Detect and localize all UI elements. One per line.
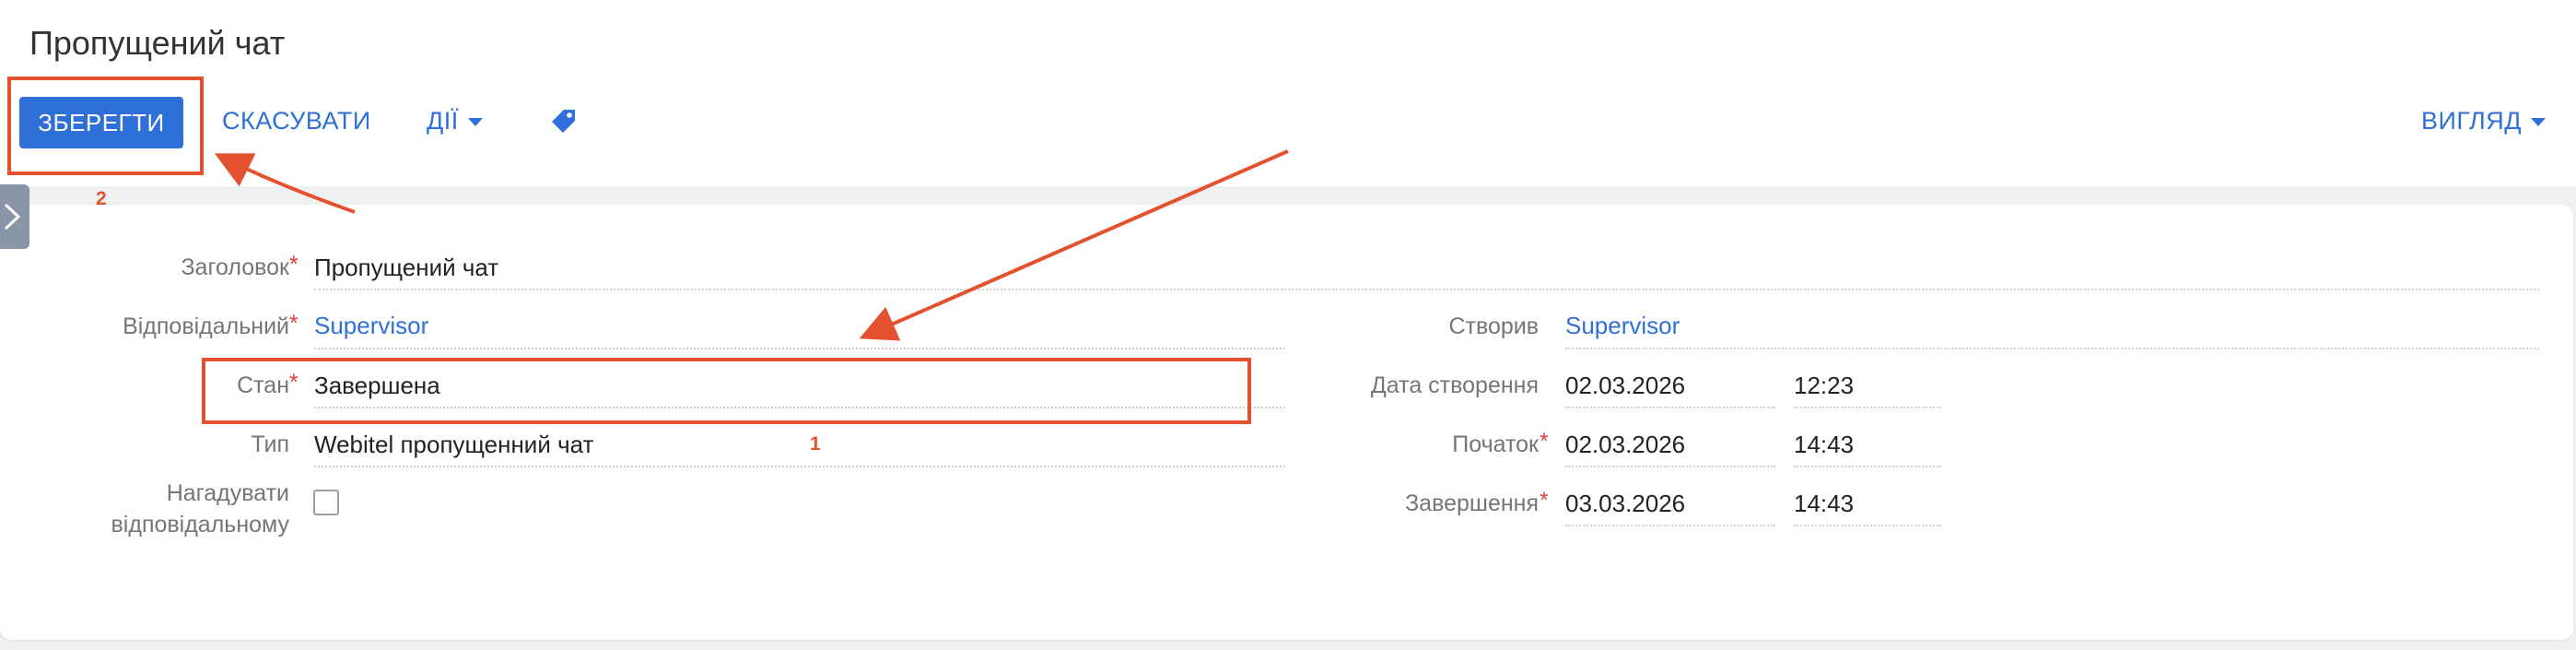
annotation-arrow-1 <box>859 149 1289 341</box>
annotation-arrows <box>214 149 1289 341</box>
annotation-arrow-2 <box>214 153 356 214</box>
